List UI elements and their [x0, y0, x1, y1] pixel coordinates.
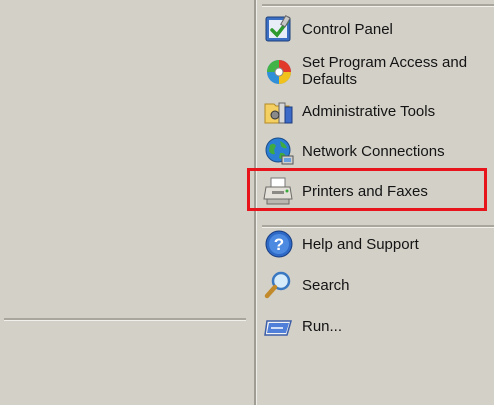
- help-icon: ?: [262, 227, 296, 261]
- admin-tools-icon: [262, 94, 296, 128]
- run-icon: [262, 309, 296, 343]
- search-label: Search: [302, 276, 350, 294]
- right-pane-top-divider: [262, 4, 494, 7]
- svg-text:?: ?: [274, 235, 284, 254]
- menu-item-help-and-support[interactable]: ? Help and Support: [260, 225, 490, 263]
- program-access-icon: [262, 54, 296, 88]
- search-icon: [262, 268, 296, 302]
- help-and-support-label: Help and Support: [302, 235, 419, 253]
- menu-item-program-access[interactable]: Set Program Access and Defaults: [260, 50, 490, 92]
- program-access-label: Set Program Access and Defaults: [302, 54, 468, 88]
- control-panel-icon: [262, 12, 296, 46]
- control-panel-label: Control Panel: [302, 20, 393, 38]
- menu-item-control-panel[interactable]: Control Panel: [260, 10, 490, 48]
- left-pane-divider: [4, 318, 246, 321]
- menu-item-run[interactable]: Run...: [260, 307, 490, 345]
- run-label: Run...: [302, 317, 343, 335]
- start-menu-left-pane: [0, 0, 254, 405]
- menu-item-administrative-tools[interactable]: Administrative Tools: [260, 92, 490, 130]
- menu-item-network-connections[interactable]: Network Connections: [260, 132, 490, 170]
- administrative-tools-label: Administrative Tools: [302, 102, 436, 120]
- network-connections-label: Network Connections: [302, 142, 445, 160]
- highlight-box: [247, 168, 487, 211]
- menu-item-search[interactable]: Search: [260, 266, 490, 304]
- network-connections-icon: [262, 134, 296, 168]
